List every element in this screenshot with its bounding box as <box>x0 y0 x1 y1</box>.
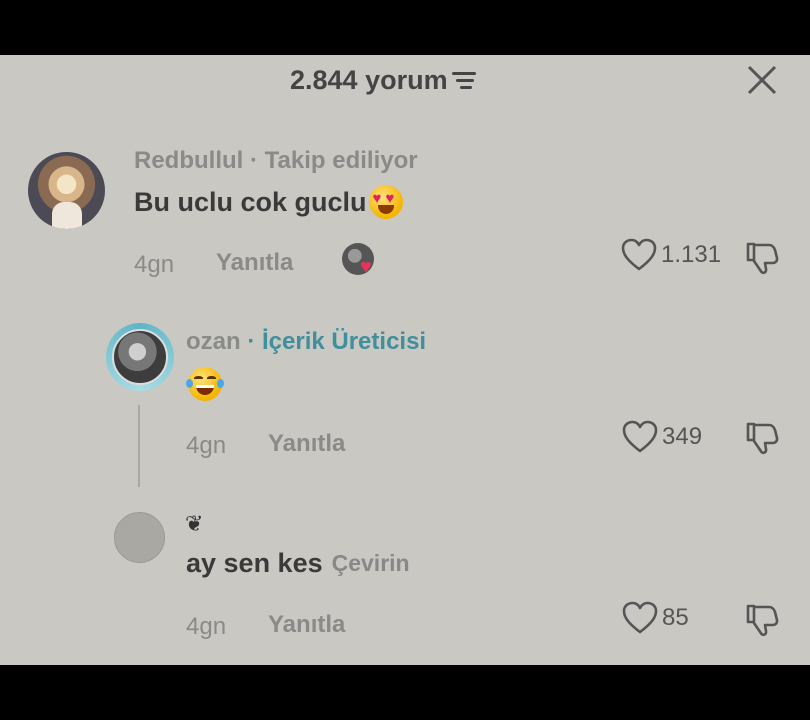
username[interactable]: Redbullul <box>134 147 243 174</box>
heart-icon[interactable] <box>622 420 658 454</box>
comment-text <box>186 367 224 401</box>
following-tag: Takip ediliyor <box>264 147 418 174</box>
thread-line <box>138 405 140 487</box>
separator: · <box>240 328 262 355</box>
avatar-redbullul[interactable] <box>28 152 105 229</box>
avatar-ozan[interactable] <box>112 329 168 385</box>
comment-text: Bu uclu cok guclu <box>134 185 403 219</box>
comment-time: 4gn <box>134 251 175 278</box>
comment-count-title: 2.844 yorum <box>290 65 448 95</box>
comment-author[interactable]: ozan · İçerik Üreticisi <box>186 328 426 356</box>
heart-eyes-emoji-icon <box>368 185 403 219</box>
username-ornament-icon[interactable]: ❦ <box>185 511 203 537</box>
heart-icon[interactable] <box>621 238 657 272</box>
like-button[interactable]: 1.131 <box>621 238 721 272</box>
comment-time: 4gn <box>186 432 227 459</box>
creator-liked-icon[interactable]: ♥ <box>342 243 384 281</box>
comment-author[interactable]: Redbullul · Takip ediliyor <box>134 147 418 175</box>
reply-button[interactable]: Yanıtla <box>268 611 345 639</box>
sort-filter-icon[interactable] <box>451 70 478 92</box>
dislike-icon[interactable] <box>744 239 780 275</box>
avatar-default[interactable] <box>114 512 165 563</box>
separator: · <box>243 147 265 174</box>
username[interactable]: ozan <box>186 328 241 355</box>
comment-time: 4gn <box>186 613 227 640</box>
comment-text: ay sen kes Çevirin <box>186 548 410 579</box>
reply-button[interactable]: Yanıtla <box>268 430 345 458</box>
dislike-icon[interactable] <box>744 601 780 637</box>
like-button[interactable]: 85 <box>622 601 689 635</box>
creator-tag: İçerik Üreticisi <box>262 328 427 355</box>
like-count: 85 <box>662 604 689 631</box>
dislike-icon[interactable] <box>744 419 780 455</box>
like-count: 1.131 <box>661 241 722 268</box>
reply-button[interactable]: Yanıtla <box>216 249 293 277</box>
comment-body: Bu uclu cok guclu <box>134 186 367 217</box>
like-button[interactable]: 349 <box>622 420 702 454</box>
translate-link[interactable]: Çevirin <box>332 550 410 577</box>
joy-emoji-icon <box>186 367 224 401</box>
heart-icon[interactable] <box>622 601 658 635</box>
like-count: 349 <box>662 423 703 450</box>
comment-body: ay sen kes <box>186 548 323 578</box>
close-icon[interactable] <box>745 63 779 97</box>
comments-panel: 2.844 yorum Redbullul · Takip ediliyor B… <box>0 55 810 665</box>
comments-header: 2.844 yorum <box>290 65 478 96</box>
